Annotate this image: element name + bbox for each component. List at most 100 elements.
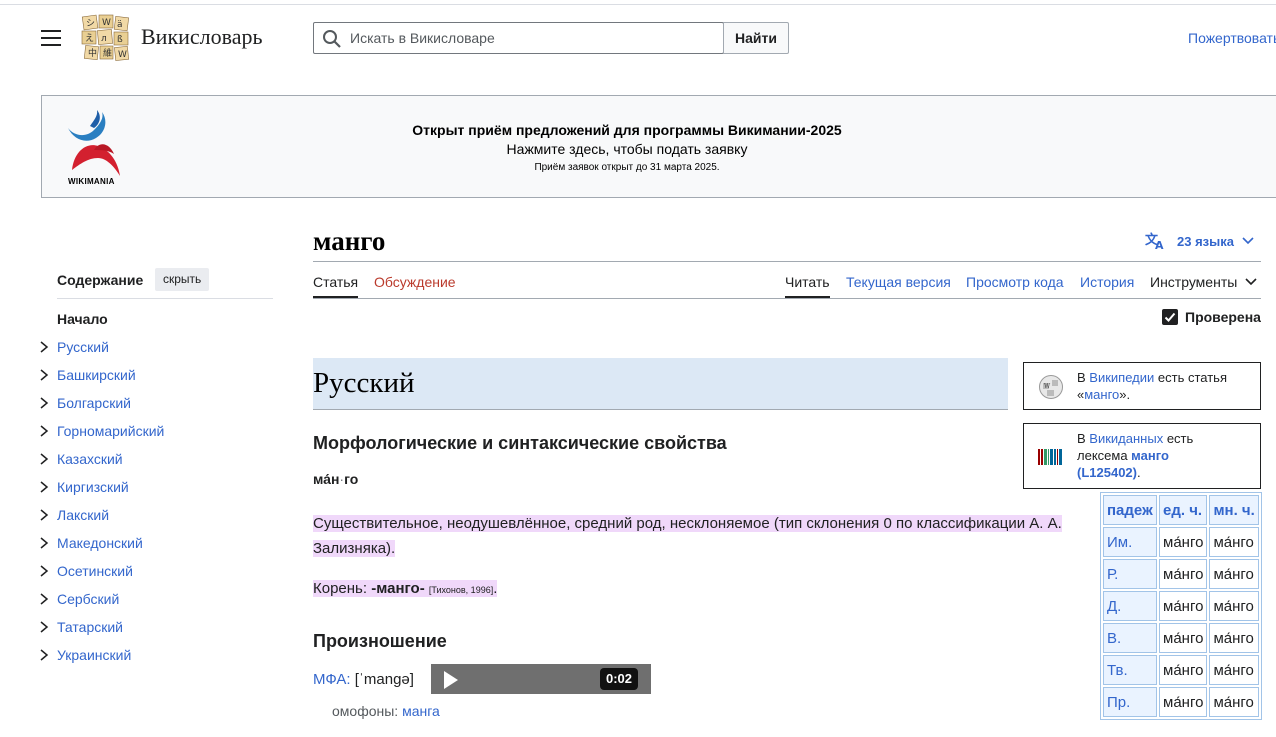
singular-form: ма́нго — [1159, 527, 1208, 557]
tools-menu[interactable]: Инструменты — [1150, 274, 1257, 290]
chevron-right-icon[interactable] — [38, 564, 50, 578]
play-icon[interactable] — [442, 670, 460, 690]
root-value: -манго- — [371, 580, 425, 597]
toc-item-label[interactable]: Русский — [57, 339, 109, 355]
toc-item[interactable]: Украинский — [38, 647, 164, 675]
tab-read[interactable]: Читать — [785, 274, 830, 298]
case-label[interactable]: Тв. — [1103, 655, 1157, 685]
search-box[interactable] — [313, 22, 724, 54]
wikidata-end: . — [1136, 465, 1141, 480]
declension-row-nominative: Им. ма́нго ма́нго — [1103, 527, 1259, 557]
declension-header-plural[interactable]: мн. ч. — [1209, 495, 1259, 525]
toc-item[interactable]: Македонский — [38, 535, 164, 563]
audio-player[interactable]: 0:02 — [431, 664, 651, 694]
wikidata-lexeme-id[interactable]: (L125402) — [1077, 465, 1137, 480]
wiktionary-logo-icon[interactable]: シWä えлß 中維W — [81, 14, 131, 62]
wikidata-link[interactable]: Викиданных — [1089, 431, 1163, 446]
toc-item[interactable]: Киргизский — [38, 479, 164, 507]
checked-status: Проверена — [1162, 309, 1261, 325]
chevron-right-icon[interactable] — [38, 536, 50, 550]
case-label[interactable]: Пр. — [1103, 687, 1157, 717]
chevron-right-icon[interactable] — [38, 648, 50, 662]
svg-text:W: W — [102, 18, 111, 28]
chevron-right-icon[interactable] — [38, 452, 50, 466]
banner-title[interactable]: Открыт приём предложений для программы В… — [42, 122, 1212, 138]
case-label[interactable]: В. — [1103, 623, 1157, 653]
toc-item[interactable]: Лакский — [38, 507, 164, 535]
toc-item-label[interactable]: Горномарийский — [57, 423, 164, 439]
chevron-right-icon[interactable] — [38, 396, 50, 410]
language-count: 23 языка — [1177, 233, 1234, 249]
chevron-right-icon[interactable] — [38, 424, 50, 438]
svg-text:W: W — [118, 50, 127, 60]
toc-item-label[interactable]: Сербский — [57, 591, 119, 607]
search-button[interactable]: Найти — [723, 22, 789, 54]
chevron-right-icon[interactable] — [38, 340, 50, 354]
toc-item-label[interactable]: Болгарский — [57, 395, 131, 411]
toc-item[interactable]: Горномарийский — [38, 423, 164, 451]
case-label[interactable]: Р. — [1103, 559, 1157, 589]
ipa-line: МФА: [ˈmangə] — [313, 671, 414, 688]
main-menu-icon[interactable] — [41, 30, 61, 46]
case-label[interactable]: Им. — [1103, 527, 1157, 557]
declension-row-instrumental: Тв. ма́нго ма́нго — [1103, 655, 1259, 685]
chevron-right-icon[interactable] — [38, 592, 50, 606]
language-button[interactable]: 文 A 23 языка — [1145, 232, 1264, 250]
toc-item[interactable]: Осетинский — [38, 563, 164, 591]
tab-current-version[interactable]: Текущая версия — [846, 274, 951, 290]
checked-label: Проверена — [1185, 309, 1261, 325]
checked-checkbox[interactable] — [1162, 309, 1178, 325]
toc-item-label[interactable]: Лакский — [57, 507, 109, 523]
toc-item-label[interactable]: Осетинский — [57, 563, 133, 579]
audio-duration: 0:02 — [600, 668, 638, 690]
chevron-right-icon[interactable] — [38, 368, 50, 382]
wikimania-banner[interactable]: WIKIMANIA Открыт приём предложений для п… — [41, 95, 1276, 198]
toc-item-label[interactable]: Татарский — [57, 619, 123, 635]
tab-history[interactable]: История — [1080, 274, 1134, 290]
toc-item[interactable]: Сербский — [38, 591, 164, 619]
chevron-down-icon — [1245, 278, 1257, 286]
toc-item-label[interactable]: Киргизский — [57, 479, 129, 495]
ipa-link[interactable]: МФА: — [313, 671, 351, 688]
toc-item[interactable]: Башкирский — [38, 367, 164, 395]
tabs-divider — [313, 298, 1261, 299]
toc-item-label[interactable]: Казахский — [57, 451, 123, 467]
toc-hide-button[interactable]: скрыть — [155, 268, 210, 291]
toc-item[interactable]: Русский — [38, 339, 164, 367]
wikipedia-link[interactable]: Википедии — [1089, 370, 1154, 385]
tab-view-source[interactable]: Просмотр кода — [966, 274, 1064, 290]
toc-item[interactable]: Болгарский — [38, 395, 164, 423]
pronunciation-heading: Произношение — [313, 631, 447, 651]
wikipedia-pre: В — [1077, 370, 1090, 385]
top-border — [0, 4, 1276, 5]
toc-item[interactable]: Татарский — [38, 619, 164, 647]
declension-row-genitive: Р. ма́нго ма́нго — [1103, 559, 1259, 589]
chevron-right-icon[interactable] — [38, 480, 50, 494]
site-name[interactable]: Викисловарь — [141, 24, 263, 50]
toc-item-label[interactable]: Башкирский — [57, 367, 136, 383]
declension-header-singular[interactable]: ед. ч. — [1159, 495, 1208, 525]
tab-article[interactable]: Статья — [313, 274, 359, 298]
declension-row-dative: Д. ма́нго ма́нго — [1103, 591, 1259, 621]
wikipedia-article-link[interactable]: манго — [1084, 387, 1119, 402]
toc-item-label[interactable]: Украинский — [57, 647, 131, 663]
toc-start-link[interactable]: Начало — [57, 311, 108, 327]
declension-row-prepositional: Пр. ма́нго ма́нго — [1103, 687, 1259, 717]
donate-link[interactable]: Пожертвовать — [1188, 30, 1276, 46]
case-label[interactable]: Д. — [1103, 591, 1157, 621]
search-input[interactable] — [350, 23, 720, 53]
banner-subtitle[interactable]: Нажмите здесь, чтобы подать заявку — [42, 141, 1212, 157]
homophone-link[interactable]: манга — [402, 703, 440, 719]
declension-header-case[interactable]: падеж — [1103, 495, 1157, 525]
singular-form: ма́нго — [1159, 623, 1208, 653]
tab-talk[interactable]: Обсуждение — [374, 274, 456, 290]
toc-item-label[interactable]: Македонский — [57, 535, 143, 551]
svg-text:ä: ä — [117, 20, 123, 30]
morph-description: Существительное, неодушевлённое, средний… — [313, 511, 1078, 561]
language-heading-text: Русский — [313, 367, 415, 399]
toc-item[interactable]: Казахский — [38, 451, 164, 479]
chevron-right-icon[interactable] — [38, 508, 50, 522]
chevron-right-icon[interactable] — [38, 620, 50, 634]
wikidata-lexeme-link[interactable]: манго — [1131, 448, 1169, 463]
wikipedia-end: ». — [1119, 387, 1131, 402]
